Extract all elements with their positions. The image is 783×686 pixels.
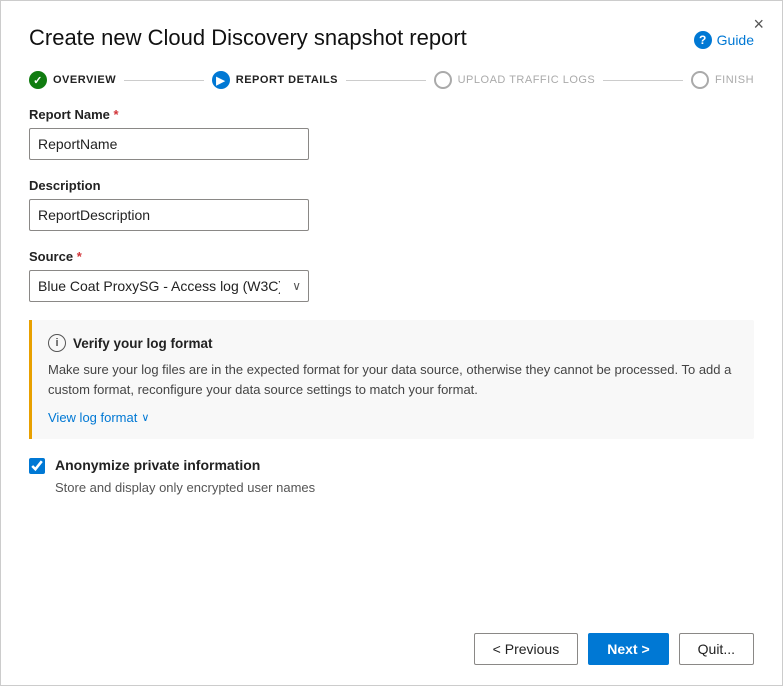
step-report-details: ▶ REPORT DETAILS <box>212 71 338 89</box>
info-box-title: Verify your log format <box>73 336 213 351</box>
source-required: * <box>77 249 82 264</box>
step-report-details-icon: ▶ <box>212 71 230 89</box>
step-finish-label: FINISH <box>715 74 754 86</box>
info-circle-icon: i <box>48 334 66 352</box>
step-line-1 <box>124 80 204 81</box>
view-log-chevron-icon: ∨ <box>141 411 149 424</box>
guide-label: Guide <box>717 32 754 48</box>
step-overview: ✓ OVERVIEW <box>29 71 116 89</box>
close-button[interactable]: × <box>753 15 764 33</box>
step-finish: FINISH <box>691 71 754 89</box>
form-body: Report Name * Description Source * Blue … <box>1 107 782 617</box>
steps-bar: ✓ OVERVIEW ▶ REPORT DETAILS UPLOAD TRAFF… <box>1 63 782 107</box>
anonymize-checkbox[interactable] <box>29 458 45 474</box>
view-log-label: View log format <box>48 410 137 425</box>
step-finish-icon <box>691 71 709 89</box>
report-name-label: Report Name * <box>29 107 754 122</box>
step-overview-label: OVERVIEW <box>53 74 116 86</box>
guide-link[interactable]: ? Guide <box>694 31 754 49</box>
description-group: Description <box>29 178 754 231</box>
dialog-title: Create new Cloud Discovery snapshot repo… <box>29 25 467 51</box>
guide-icon: ? <box>694 31 712 49</box>
source-label: Source * <box>29 249 754 264</box>
step-upload-traffic-logs: UPLOAD TRAFFIC LOGS <box>434 71 596 89</box>
description-label: Description <box>29 178 754 193</box>
description-input[interactable] <box>29 199 309 231</box>
previous-button[interactable]: < Previous <box>474 633 579 665</box>
report-name-required: * <box>114 107 119 122</box>
step-upload-label: UPLOAD TRAFFIC LOGS <box>458 74 596 86</box>
info-box: i Verify your log format Make sure your … <box>29 320 754 439</box>
step-report-details-label: REPORT DETAILS <box>236 74 338 86</box>
anonymize-row: Anonymize private information <box>29 457 754 474</box>
info-box-header: i Verify your log format <box>48 334 738 352</box>
dialog: × Create new Cloud Discovery snapshot re… <box>0 0 783 686</box>
report-name-input[interactable] <box>29 128 309 160</box>
source-group: Source * Blue Coat ProxySG - Access log … <box>29 249 754 302</box>
source-select-wrapper: Blue Coat ProxySG - Access log (W3C) Cis… <box>29 270 309 302</box>
dialog-header: Create new Cloud Discovery snapshot repo… <box>1 1 782 63</box>
info-box-body: Make sure your log files are in the expe… <box>48 360 738 399</box>
step-overview-icon: ✓ <box>29 71 47 89</box>
report-name-group: Report Name * <box>29 107 754 160</box>
view-log-format-link[interactable]: View log format ∨ <box>48 410 149 425</box>
quit-button[interactable]: Quit... <box>679 633 754 665</box>
anonymize-description: Store and display only encrypted user na… <box>55 480 754 495</box>
step-line-2 <box>346 80 426 81</box>
step-upload-icon <box>434 71 452 89</box>
anonymize-label: Anonymize private information <box>55 457 260 473</box>
step-line-3 <box>603 80 683 81</box>
dialog-footer: < Previous Next > Quit... <box>1 617 782 685</box>
next-button[interactable]: Next > <box>588 633 668 665</box>
source-select[interactable]: Blue Coat ProxySG - Access log (W3C) Cis… <box>29 270 309 302</box>
